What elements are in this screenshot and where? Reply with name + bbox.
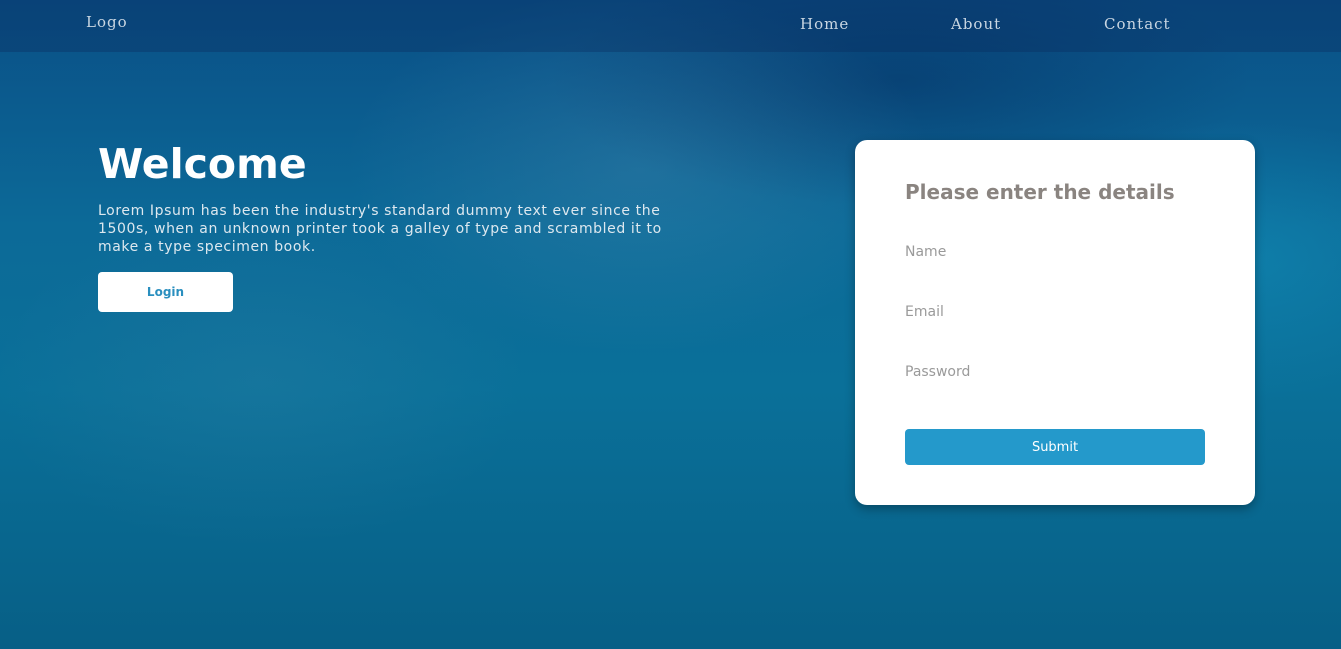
- hero-description: Lorem Ipsum has been the industry's stan…: [98, 203, 662, 255]
- submit-button[interactable]: Submit: [905, 429, 1205, 465]
- login-button[interactable]: Login: [98, 272, 233, 312]
- email-input[interactable]: [905, 300, 1205, 324]
- hero-title: Welcome: [98, 140, 307, 188]
- hero-section: Welcome Lorem Ipsum has been the industr…: [98, 140, 678, 256]
- password-input[interactable]: [905, 360, 1205, 384]
- top-navbar: Logo Home About Contact: [0, 0, 1341, 52]
- nav-link-contact[interactable]: Contact: [1104, 15, 1171, 33]
- details-form-card: Please enter the details Submit: [855, 140, 1255, 505]
- name-input[interactable]: [905, 240, 1205, 264]
- nav-link-about[interactable]: About: [951, 15, 1001, 33]
- nav-link-home[interactable]: Home: [800, 15, 849, 33]
- form-title: Please enter the details: [905, 180, 1175, 204]
- logo[interactable]: Logo: [86, 13, 128, 31]
